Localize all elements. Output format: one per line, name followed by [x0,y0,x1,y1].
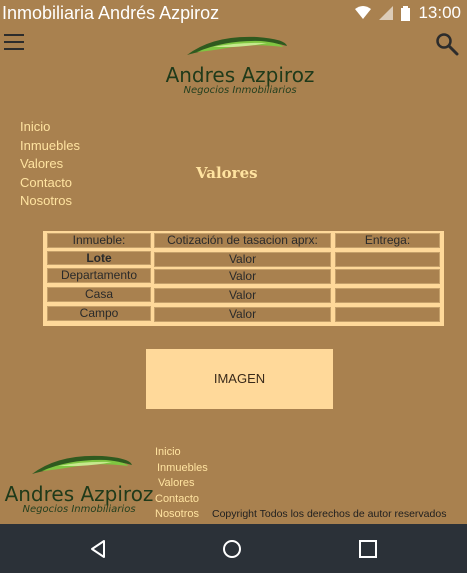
table-row-casa-entrega [335,288,440,303]
back-icon [91,539,105,558]
nav-link-nosotros[interactable]: Nosotros [20,192,80,211]
footer-link-nosotros[interactable]: Nosotros [155,507,208,523]
battery-icon [401,5,411,21]
copyright-text: Copyright Todos los derechos de autor re… [212,508,447,520]
table-row-casa-inmueble: Casa [47,287,151,302]
logo-brand: Andres Azpiroz [165,63,315,87]
status-bar-title: Inmobiliaria Andrés Azpiroz [2,3,220,23]
table-row-departamento-inmueble: Departamento [47,268,151,283]
footer-logo-leaf-icon [32,455,132,474]
wifi-icon [355,6,372,19]
menu-icon[interactable] [4,34,24,50]
nav-link-contacto[interactable]: Contacto [20,174,80,193]
image-placeholder: IMAGEN [146,349,333,409]
home-button[interactable] [212,524,252,573]
footer-logo[interactable]: Andres Azpiroz Negocios Inmobiliarios [4,452,154,515]
recents-button[interactable] [348,524,388,573]
side-nav: Inicio Inmuebles Valores Contacto Nosotr… [20,118,80,211]
back-button[interactable] [78,524,118,573]
footer-link-valores[interactable]: Valores [155,476,208,492]
system-nav-bar [0,524,467,573]
table-row-casa-valor: Valor [154,288,331,303]
header-logo[interactable]: Andres Azpiroz Negocios Inmobiliarios [165,33,315,96]
page-title: Valores [196,164,258,182]
nav-link-inicio[interactable]: Inicio [20,118,80,137]
table-header-entrega: Entrega: [335,233,440,248]
table-row-departamento-valor: Valor [154,269,331,284]
footer-nav: Inicio Inmuebles Valores Contacto Nosotr… [155,445,208,523]
footer-link-inicio[interactable]: Inicio [155,445,208,461]
table-row-lote-inmueble: Lote [47,251,151,265]
home-icon [223,539,241,558]
logo-tagline: Negocios Inmobiliarios [183,85,297,96]
recents-icon [359,539,377,558]
logo-leaf-icon [187,36,287,55]
status-icons: 13:00 [355,0,461,26]
nav-link-inmuebles[interactable]: Inmuebles [20,137,80,156]
footer-link-inmuebles[interactable]: Inmuebles [155,461,208,477]
valores-table: Inmueble: Cotización de tasacion aprx: E… [43,231,444,326]
table-header-inmueble: Inmueble: [47,233,151,248]
table-header-cotizacion: Cotización de tasacion aprx: [154,233,331,248]
table-row-campo-inmueble: Campo [47,306,151,321]
status-bar: Inmobiliaria Andrés Azpiroz 13:00 [0,0,467,26]
table-row-lote-valor: Valor [154,252,331,267]
footer-logo-tagline: Negocios Inmobiliarios [22,504,136,515]
table-row-lote-entrega [335,252,440,267]
signal-icon [379,6,394,20]
search-icon[interactable] [435,32,459,56]
footer-logo-brand: Andres Azpiroz [4,482,154,506]
table-row-campo-valor: Valor [154,307,331,322]
nav-link-valores[interactable]: Valores [20,155,80,174]
status-time: 13:00 [418,3,461,22]
footer-link-contacto[interactable]: Contacto [155,492,208,508]
table-row-campo-entrega [335,307,440,322]
table-row-departamento-entrega [335,269,440,284]
